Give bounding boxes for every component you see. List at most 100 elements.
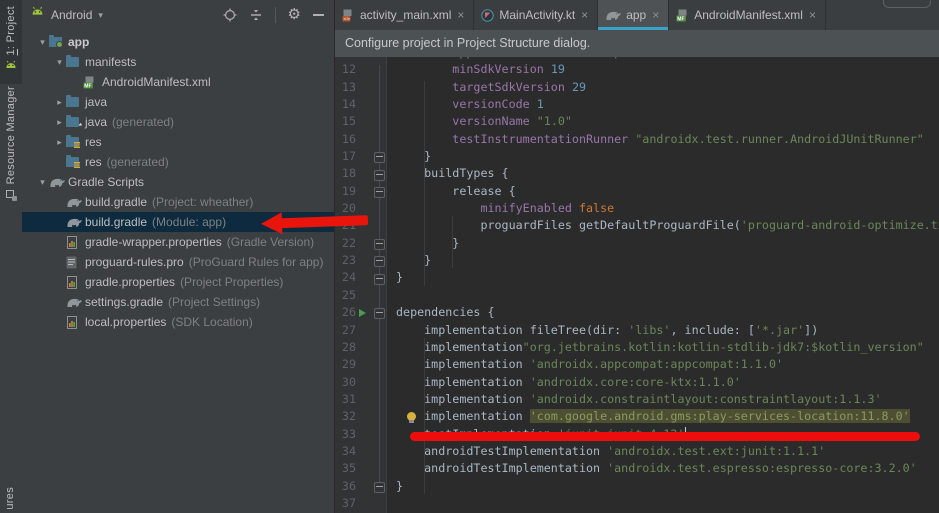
close-icon[interactable]: × xyxy=(650,9,661,21)
tree-down-arrow-icon[interactable]: ▾ xyxy=(36,37,49,48)
fold-minus-icon[interactable] xyxy=(374,170,385,181)
tree-item-gradle-properties[interactable]: gradle.properties(Project Properties) xyxy=(22,272,334,292)
close-icon[interactable]: × xyxy=(807,9,818,21)
tree-item-build-gradle[interactable]: build.gradle(Project: wheather) xyxy=(22,192,334,212)
notification-bar[interactable]: Configure project in Project Structure d… xyxy=(335,30,939,57)
tree-item-res[interactable]: ▸res xyxy=(22,132,334,152)
gutter-space xyxy=(356,340,372,357)
tree-item-gradle-scripts[interactable]: ▾Gradle Scripts xyxy=(22,172,334,192)
code-line-28[interactable]: 28 implementation"org.jetbrains.kotlin:k… xyxy=(335,340,939,357)
fold-marker[interactable] xyxy=(372,479,386,496)
code-line-37[interactable]: 37 xyxy=(335,496,939,513)
settings-gear-icon[interactable]: ⚙ xyxy=(288,8,301,22)
toolwindow-tab-project[interactable]: 1: Project xyxy=(0,0,22,84)
locate-icon[interactable] xyxy=(223,8,237,22)
tree-right-arrow-icon[interactable]: ▸ xyxy=(53,117,66,128)
code-line-29[interactable]: 29 implementation 'androidx.appcompat:ap… xyxy=(335,357,939,374)
hide-panel-icon[interactable] xyxy=(313,14,324,16)
code-line-26[interactable]: 26dependencies { xyxy=(335,305,939,322)
line-number: 17 xyxy=(335,149,356,166)
fold-minus-icon[interactable] xyxy=(374,308,385,319)
tree-right-arrow-icon[interactable]: ▸ xyxy=(53,137,66,148)
tree-item-annotation: (Project Properties) xyxy=(180,275,283,289)
code-line-21[interactable]: 21 proguardFiles getDefaultProguardFile(… xyxy=(335,218,939,235)
editor-tab-MainActivity.kt[interactable]: MainActivity.kt× xyxy=(474,0,598,30)
code-line-12[interactable]: 12 minSdkVersion 19 xyxy=(335,62,939,79)
run-arrow-icon[interactable] xyxy=(359,309,366,317)
fold-minus-icon[interactable] xyxy=(374,482,385,493)
left-toolwindow-bar: 1: Project Resource Manager ures xyxy=(0,0,23,513)
code-text: buildTypes { xyxy=(386,166,939,183)
code-line-34[interactable]: 34 androidTestImplementation 'androidx.t… xyxy=(335,444,939,461)
gutter-space xyxy=(356,270,372,287)
manifest-file-icon: MF xyxy=(83,76,96,89)
editor-tab-AndroidManifest.xml[interactable]: MFAndroidManifest.xml× xyxy=(669,0,826,30)
line-number: 26 xyxy=(335,305,356,322)
code-line-17[interactable]: 17 } xyxy=(335,149,939,166)
code-line-13[interactable]: 13 targetSdkVersion 29 xyxy=(335,80,939,97)
run-gutter[interactable] xyxy=(356,305,372,322)
tree-item-androidmanifest-xml[interactable]: MFAndroidManifest.xml xyxy=(22,72,334,92)
gutter-space xyxy=(356,184,372,201)
toolbar-separator xyxy=(275,7,276,23)
fold-minus-icon[interactable] xyxy=(374,152,385,163)
code-line-36[interactable]: 36} xyxy=(335,479,939,496)
tree-item-java[interactable]: ▸*java(generated) xyxy=(22,112,334,132)
line-number: 37 xyxy=(335,496,356,513)
collapse-all-icon[interactable] xyxy=(249,8,263,22)
code-line-19[interactable]: 19 release { xyxy=(335,184,939,201)
line-number: 16 xyxy=(335,132,356,149)
code-line-22[interactable]: 22 } xyxy=(335,236,939,253)
fold-minus-icon[interactable] xyxy=(374,187,385,198)
tree-item-java[interactable]: ▸java xyxy=(22,92,334,112)
fold-minus-icon[interactable] xyxy=(374,256,385,267)
tree-down-arrow-icon[interactable]: ▾ xyxy=(53,57,66,68)
toolwindow-tab-partial[interactable]: ures xyxy=(4,487,16,513)
tree-item-proguard-rules-pro[interactable]: proguard-rules.pro(ProGuard Rules for ap… xyxy=(22,252,334,272)
code-text: implementation 'androidx.constraintlayou… xyxy=(386,392,939,409)
code-line-30[interactable]: 30 implementation 'androidx.core:core-kt… xyxy=(335,375,939,392)
resource-manager-label: Resource Manager xyxy=(5,86,17,184)
line-number: 31 xyxy=(335,392,356,409)
code-text: release { xyxy=(386,184,939,201)
view-selector[interactable]: Android xyxy=(51,8,92,22)
code-text: androidTestImplementation 'androidx.test… xyxy=(386,461,939,478)
editor-tab-app[interactable]: app× xyxy=(598,0,669,30)
fold-minus-icon[interactable] xyxy=(374,239,385,250)
tree-down-arrow-icon[interactable]: ▾ xyxy=(36,177,49,188)
line-number: 28 xyxy=(335,340,356,357)
fold-minus-icon[interactable] xyxy=(374,274,385,285)
code-line-24[interactable]: 24} xyxy=(335,270,939,287)
tree-item-local-properties[interactable]: local.properties(SDK Location) xyxy=(22,312,334,332)
close-icon[interactable]: × xyxy=(455,9,466,21)
code-line-25[interactable]: 25 xyxy=(335,288,939,305)
tree-item-annotation: (Gradle Version) xyxy=(227,235,314,249)
code-editor[interactable]: 11 applicationId "com.example.wheather"1… xyxy=(335,30,939,513)
popup-fragment xyxy=(883,0,931,8)
code-line-14[interactable]: 14 versionCode 1 xyxy=(335,97,939,114)
folder-icon xyxy=(66,97,79,107)
code-line-32[interactable]: 32 implementation 'com.google.android.gm… xyxy=(335,409,939,426)
code-line-35[interactable]: 35 androidTestImplementation 'androidx.t… xyxy=(335,461,939,478)
gutter-space xyxy=(356,461,372,478)
tree-item-res[interactable]: res(generated) xyxy=(22,152,334,172)
code-line-16[interactable]: 16 testInstrumentationRunner "androidx.t… xyxy=(335,132,939,149)
gutter-space xyxy=(356,62,372,79)
red-underline-annotation xyxy=(410,432,920,441)
code-line-31[interactable]: 31 implementation 'androidx.constraintla… xyxy=(335,392,939,409)
code-line-20[interactable]: 20 minifyEnabled false xyxy=(335,201,939,218)
tree-item-manifests[interactable]: ▾manifests xyxy=(22,52,334,72)
code-line-23[interactable]: 23 } xyxy=(335,253,939,270)
svg-text:<>: <> xyxy=(343,16,350,21)
code-text: } xyxy=(386,253,939,270)
chevron-down-icon[interactable]: ▾ xyxy=(98,10,103,21)
tree-item-settings-gradle[interactable]: settings.gradle(Project Settings) xyxy=(22,292,334,312)
code-line-15[interactable]: 15 versionName "1.0" xyxy=(335,114,939,131)
code-line-18[interactable]: 18 buildTypes { xyxy=(335,166,939,183)
code-line-27[interactable]: 27 implementation fileTree(dir: 'libs', … xyxy=(335,323,939,340)
tree-right-arrow-icon[interactable]: ▸ xyxy=(53,97,66,108)
close-icon[interactable]: × xyxy=(579,9,590,21)
toolwindow-tab-resource-manager[interactable]: Resource Manager xyxy=(0,86,22,234)
tree-item-app[interactable]: ▾app xyxy=(22,32,334,52)
editor-tab-activity_main.xml[interactable]: <>activity_main.xml× xyxy=(335,0,474,30)
